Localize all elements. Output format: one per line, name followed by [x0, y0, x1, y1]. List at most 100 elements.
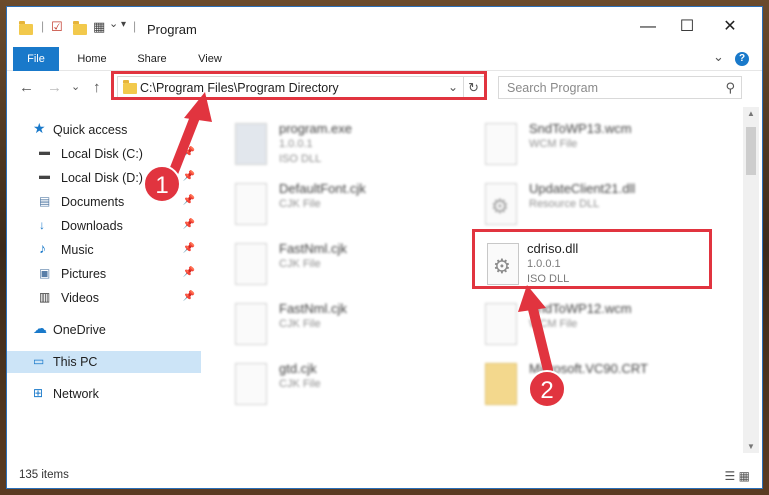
scroll-down-icon[interactable]: ▼ — [747, 442, 755, 451]
star-icon: ★ — [33, 120, 46, 136]
sidebar-item-onedrive[interactable]: ☁ OneDrive — [7, 319, 201, 341]
sidebar-item-label: Quick access — [53, 123, 128, 137]
file-name: UpdateClient21.dll — [529, 181, 636, 196]
tab-view[interactable]: View — [187, 47, 233, 71]
computer-icon: ▭ — [33, 354, 45, 368]
list-item[interactable]: FastNml.cjk CJK File — [203, 237, 443, 293]
list-item[interactable]: DefaultFont.cjk CJK File — [203, 177, 443, 233]
list-item[interactable]: gtd.cjk CJK File — [203, 357, 443, 413]
sidebar-item-quick-access[interactable]: ★ Quick access — [7, 119, 201, 141]
pin-icon[interactable]: 📌 — [183, 195, 195, 206]
maximize-button[interactable]: ☐ — [667, 15, 707, 39]
sidebar-item-local-disk-d[interactable]: ▬ Local Disk (D:) 📌 — [7, 167, 201, 189]
large-icons-view-icon[interactable]: ▦ — [739, 469, 750, 483]
view-toggle[interactable]: ☰ ▦ — [725, 469, 750, 483]
sidebar-item-local-disk-c[interactable]: ▬ Local Disk (C:) 📌 — [7, 143, 201, 165]
address-highlight-box — [111, 71, 487, 100]
search-box[interactable]: ⚲ — [498, 76, 742, 99]
sidebar-item-label: Videos — [61, 291, 99, 305]
pin-icon[interactable]: 📌 — [183, 267, 195, 278]
sidebar-item-label: This PC — [53, 355, 98, 369]
sidebar-item-music[interactable]: ♪ Music 📌 — [7, 239, 201, 261]
folder-icon[interactable] — [19, 21, 33, 35]
sidebar-item-pictures[interactable]: ▣ Pictures 📌 — [7, 263, 201, 285]
file-type: CJK File — [279, 318, 321, 330]
list-item[interactable]: UpdateClient21.dll Resource DLL — [453, 177, 693, 233]
downloads-icon: ↓ — [39, 218, 45, 232]
pin-icon[interactable]: 📌 — [183, 219, 195, 230]
drive-icon: ▬ — [39, 170, 50, 182]
sidebar-item-videos[interactable]: ▥ Videos 📌 — [7, 287, 201, 309]
file-name: DefaultFont.cjk — [279, 181, 366, 196]
sidebar-item-label: Pictures — [61, 267, 107, 281]
sidebar-item-this-pc[interactable]: ▭ This PC — [7, 351, 201, 373]
status-bar: 135 items ☰ ▦ — [7, 457, 762, 487]
search-input[interactable] — [507, 80, 707, 96]
file-name: SndToWP13.wcm — [529, 121, 632, 136]
up-button[interactable]: ↑ — [93, 79, 101, 96]
file-highlight-box — [472, 229, 712, 289]
list-item[interactable]: SndToWP12.wcm WCM File — [453, 297, 693, 353]
file-name: Microsoft.VC90.CRT — [529, 361, 648, 376]
file-name: FastNml.cjk — [279, 301, 347, 316]
cloud-icon: ☁ — [33, 320, 47, 336]
file-type: ISO DLL — [279, 153, 322, 165]
forward-button[interactable]: → — [47, 79, 62, 96]
back-button[interactable]: ← — [19, 79, 34, 96]
sidebar-item-network[interactable]: ⊞ Network — [7, 383, 201, 405]
file-type: CJK File — [279, 198, 321, 210]
file-icon — [235, 363, 267, 405]
file-type: WCM File — [529, 318, 578, 330]
pin-icon[interactable]: 📌 — [183, 291, 195, 302]
sidebar-item-downloads[interactable]: ↓ Downloads 📌 — [7, 215, 201, 237]
file-name: FastNml.cjk — [279, 241, 347, 256]
file-type: WCM File — [529, 138, 578, 150]
expand-ribbon-icon[interactable]: ⌄ — [713, 49, 724, 65]
ribbon-tabs: File Home Share View ⌄ ? — [7, 47, 762, 71]
separator: | — [41, 19, 45, 33]
new-folder-icon[interactable] — [73, 21, 87, 35]
customize-toolbar-icon[interactable]: ▾ — [121, 19, 126, 30]
file-icon — [235, 303, 267, 345]
file-icon — [235, 183, 267, 225]
list-item[interactable]: program.exe 1.0.0.1 ISO DLL — [203, 117, 443, 173]
pin-icon[interactable]: 📌 — [183, 171, 195, 182]
file-type: CJK File — [279, 378, 321, 390]
properties-icon[interactable]: ☑ — [51, 19, 63, 35]
list-item[interactable]: SndToWP13.wcm WCM File — [453, 117, 693, 173]
sidebar-item-documents[interactable]: ▤ Documents 📌 — [7, 191, 201, 213]
view-options-icon[interactable]: ▦ — [93, 19, 105, 35]
file-icon — [485, 303, 517, 345]
pin-icon[interactable]: 📌 — [183, 243, 195, 254]
network-icon: ⊞ — [33, 386, 44, 400]
help-icon[interactable]: ? — [735, 52, 749, 66]
file-name: program.exe — [279, 121, 352, 136]
details-view-icon[interactable]: ☰ — [725, 469, 736, 483]
file-name: gtd.cjk — [279, 361, 317, 376]
tab-file[interactable]: File — [13, 47, 59, 71]
tab-home[interactable]: Home — [69, 47, 115, 71]
search-icon[interactable]: ⚲ — [725, 80, 735, 96]
window-title: Program — [147, 22, 197, 37]
pictures-icon: ▣ — [39, 266, 51, 280]
list-item[interactable]: FastNml.cjk CJK File — [203, 297, 443, 353]
sidebar-item-label: Music — [61, 243, 94, 257]
exe-file-icon — [235, 123, 267, 165]
file-version: 1.0.0.1 — [279, 138, 313, 150]
vertical-scrollbar[interactable]: ▲ ▼ — [743, 107, 759, 453]
file-type: CJK File — [279, 258, 321, 270]
tab-share[interactable]: Share — [129, 47, 175, 71]
sidebar-item-label: OneDrive — [53, 323, 106, 337]
pin-icon[interactable]: 📌 — [183, 147, 195, 158]
recent-locations-button[interactable]: ⌄ — [71, 80, 80, 93]
item-count: 135 items — [19, 469, 69, 481]
chevron-down-icon[interactable]: ⌄ — [109, 17, 118, 30]
file-icon — [235, 243, 267, 285]
minimize-button[interactable]: — — [628, 15, 668, 39]
list-item[interactable]: Microsoft.VC90.CRT — [453, 357, 693, 413]
close-button[interactable]: ✕ — [710, 15, 750, 39]
scrollbar-thumb[interactable] — [746, 127, 756, 175]
sidebar-item-label: Local Disk (D:) — [61, 171, 143, 185]
scroll-up-icon[interactable]: ▲ — [747, 109, 755, 118]
folder-file-icon — [485, 363, 517, 405]
